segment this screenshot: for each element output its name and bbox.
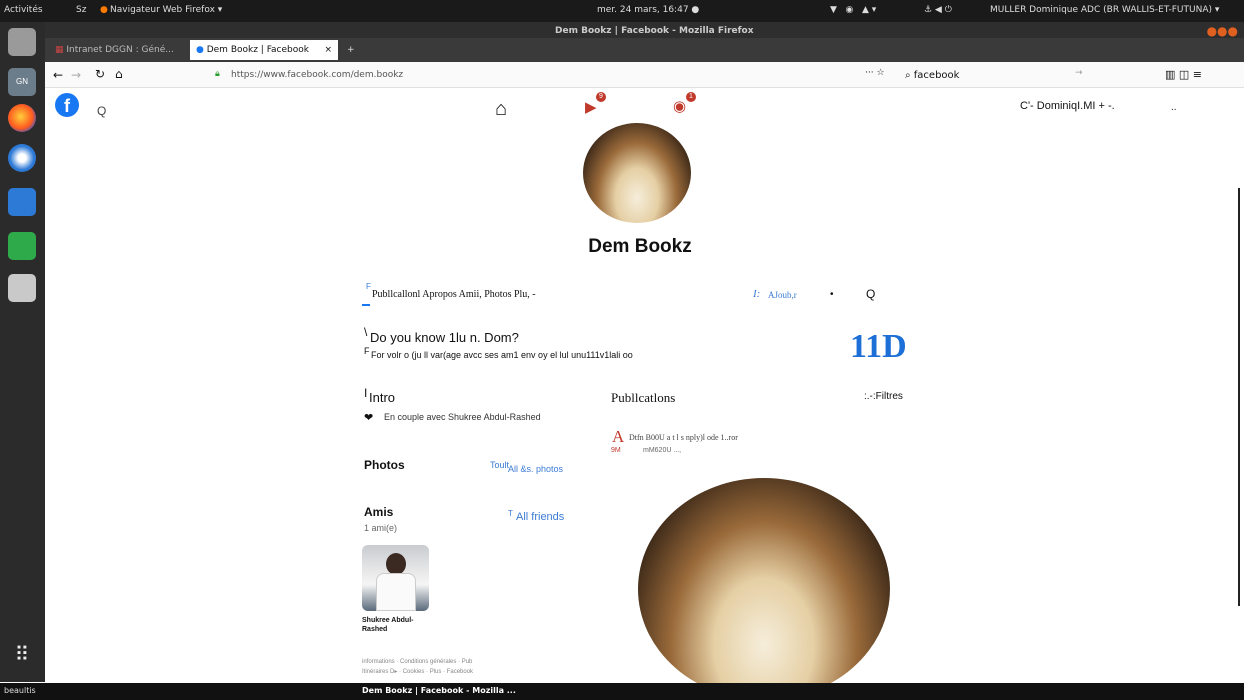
post-author-initial: A (612, 427, 625, 446)
big-count: 11D (850, 328, 907, 365)
didyouknow-marker: \ (364, 325, 368, 339)
friend-name[interactable]: Shukree Abdul-Rashed (362, 616, 432, 634)
active-tab-indicator (362, 304, 370, 306)
all-photos-link[interactable]: All &s. photos (508, 464, 563, 474)
tab-bar: ▦ Intranet DGGN : Géné... ● Dem Bookz | … (45, 38, 1244, 62)
bookmark-star-icon[interactable]: ··· ☆ (865, 68, 885, 78)
intranet-tab-icon: ▦ (55, 45, 67, 55)
post-author[interactable]: Dtfn B00U a t l s nply)l ode 1..ror (629, 433, 738, 442)
add-prefix: I: (753, 288, 761, 300)
app-menu[interactable]: Navigateur Web Firefox ▾ (110, 5, 222, 15)
groups-badge: 1 (686, 92, 696, 102)
window-title: Dem Bookz | Facebook - Mozilla Firefox (555, 26, 754, 36)
friend-photo[interactable] (362, 545, 429, 611)
nav-marker: F (366, 282, 371, 291)
writer-icon[interactable] (8, 188, 36, 216)
network-icon[interactable]: ▼ ◉ ▲ ▾ (830, 5, 876, 15)
tab-intranet[interactable]: ▦ Intranet DGGN : Géné... (49, 40, 187, 60)
app-grid-icon[interactable]: ⠿ (8, 642, 36, 670)
watch-nav-icon[interactable]: ▶ (585, 98, 597, 116)
navigation-toolbar: ← → ↻ ⌂ 🔒︎ https://www.facebook.com/dem.… (45, 62, 1244, 88)
footer-links-1[interactable]: informations · Conditions générales · Pu… (362, 659, 472, 665)
firefox-dock-icon[interactable] (8, 104, 36, 132)
page-search-icon[interactable]: Q (866, 287, 875, 301)
nav-dot: • (830, 289, 834, 300)
activities-button[interactable]: Activités (4, 5, 43, 15)
search-value: facebook (913, 70, 960, 81)
system-indicator: Sz (76, 5, 87, 15)
post-image[interactable] (638, 478, 890, 700)
files-icon[interactable] (8, 28, 36, 56)
home-icon[interactable]: ⌂ (115, 67, 123, 81)
friend-face (386, 553, 406, 575)
window-controls[interactable]: ●●● (1207, 24, 1238, 38)
intro-relationship: En couple avec Shukree Abdul-Rashed (384, 412, 541, 422)
post-time-a: 9M (611, 447, 621, 454)
photos-link-prefix: Toult (490, 460, 510, 470)
taskbar-window[interactable]: Dem Bookz | Facebook - Mozilla ... (362, 686, 516, 695)
tab-label: Intranet DGGN : Géné... (66, 45, 174, 55)
facebook-tab-icon: ● (196, 45, 207, 55)
tab-dem-bookz[interactable]: ● Dem Bookz | Facebook × (190, 40, 338, 60)
lock-icon: 🔒︎ (215, 69, 220, 79)
home-nav-icon[interactable]: ⌂ (495, 98, 507, 121)
library-icon[interactable]: ▥ ◫ ≡ (1165, 68, 1202, 81)
taskbar: beaultis Dem Bookz | Facebook - Mozilla … (0, 683, 1244, 700)
more-menu[interactable]: .. (1171, 102, 1177, 113)
back-icon[interactable]: ← (53, 68, 63, 82)
url-field[interactable]: https://www.facebook.com/dem.bookz (231, 70, 403, 80)
search-go-icon[interactable]: → (1075, 68, 1083, 78)
groups-nav-icon[interactable]: ◉ (673, 97, 686, 115)
facebook-logo-icon[interactable]: f (55, 93, 79, 117)
friends-count: 1 ami(e) (364, 523, 398, 533)
footer-links-2[interactable]: Itinéraires D▸ · Cookies · Plus · Facebo… (362, 668, 473, 675)
intro-marker: I (364, 386, 368, 400)
didyouknow-title: Do you know 1lu n. Dom? (370, 330, 519, 345)
reload-icon[interactable]: ↻ (95, 67, 105, 81)
system-top-bar: Activités Sz ● Navigateur Web Firefox ▾ … (0, 0, 1244, 22)
didyouknow-text: For volr o (ju ll var(age avcc ses am1 e… (371, 350, 633, 360)
user-menu[interactable]: MULLER Dominique ADC (BR WALLIS-ET-FUTUN… (990, 5, 1219, 15)
dock: GN ⠿ (0, 22, 45, 682)
taskbar-left-label[interactable]: beaultis (4, 686, 36, 695)
gn-app-icon[interactable]: GN (8, 68, 36, 96)
profile-picture[interactable] (583, 123, 691, 223)
status-icons[interactable]: ⚓ ◀ ⏻ (924, 5, 952, 15)
posts-title: Publlcatlons (611, 390, 676, 405)
page-scrollbar[interactable] (1238, 188, 1240, 606)
didyouknow-prefix: F (364, 346, 370, 356)
clock[interactable]: mer. 24 mars, 16:47 ● (597, 5, 699, 15)
watch-badge: 9 (596, 92, 606, 102)
friends-title: Amis (364, 505, 394, 519)
tab-label: Dem Bookz | Facebook (206, 45, 309, 55)
firefox-icon: ● (100, 5, 108, 15)
all-friends-link[interactable]: All friends (516, 511, 564, 523)
forward-icon[interactable]: → (71, 68, 81, 82)
page-nav-tabs[interactable]: Publlcallonl Apropos Amii, Photos Plu, - (372, 289, 536, 300)
profile-menu[interactable]: C'- DominiqI.MI + -. (1020, 100, 1115, 112)
thunderbird-icon[interactable] (8, 144, 36, 172)
friend-coat (376, 573, 416, 611)
photos-title: Photos (364, 458, 405, 472)
heart-icon: ❤ (364, 412, 374, 424)
calc-icon[interactable] (8, 232, 36, 260)
friends-link-prefix: T (508, 509, 513, 518)
new-tab-button[interactable]: + (341, 40, 361, 60)
camera-icon[interactable] (8, 274, 36, 302)
intro-title: Intro (369, 390, 396, 405)
filters-button[interactable]: :.-:Filtres (864, 391, 903, 402)
page-title: Dem Bookz (588, 236, 692, 257)
add-button[interactable]: AJoub,r (768, 290, 797, 300)
post-time-b: mM620U ..., (643, 447, 682, 454)
search-icon[interactable]: Q (97, 104, 106, 118)
close-tab-icon[interactable]: × (324, 45, 332, 55)
search-field[interactable]: ⌕ facebook (905, 70, 959, 81)
